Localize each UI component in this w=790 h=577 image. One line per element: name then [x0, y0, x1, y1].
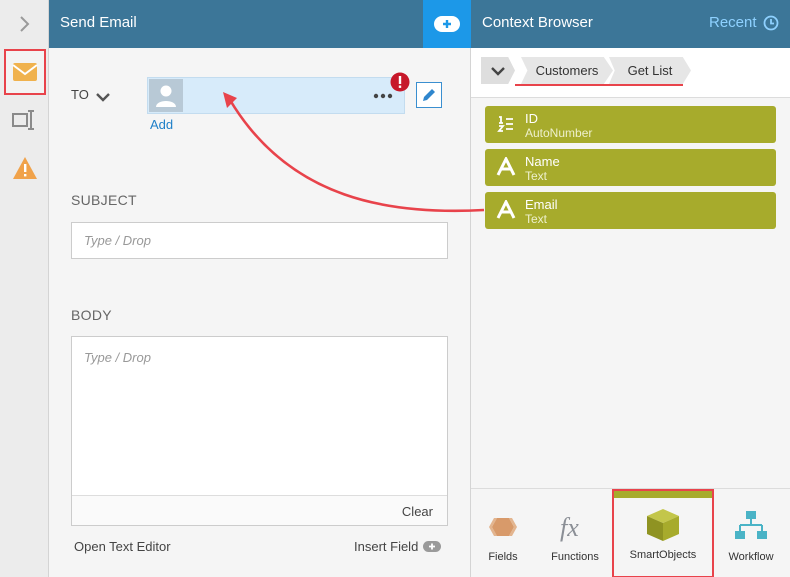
add-pill-icon — [434, 16, 460, 32]
add-step-button[interactable] — [423, 0, 471, 48]
field-name: ID — [525, 111, 538, 126]
field-name: Name — [525, 154, 560, 169]
smartobjects-icon — [645, 505, 681, 545]
rail-item-email[interactable] — [4, 49, 46, 95]
tab-label: Workflow — [728, 551, 774, 563]
subject-label: SUBJECT — [71, 192, 137, 208]
workflow-icon — [734, 507, 768, 547]
recent-button[interactable]: Recent — [709, 14, 779, 31]
context-browser-header: Context Browser Recent — [471, 0, 790, 48]
breadcrumb: Customers Get List — [471, 48, 790, 98]
recent-label: Recent — [709, 14, 757, 31]
to-expand-button[interactable] — [96, 89, 110, 107]
collapse-button[interactable] — [0, 0, 49, 48]
open-text-editor-link[interactable]: Open Text Editor — [74, 539, 171, 554]
context-browser-tabs: Fields fx Functions SmartObjects Workflo… — [471, 488, 790, 577]
field-name: Email — [525, 197, 558, 212]
context-browser-title: Context Browser — [482, 14, 593, 31]
text-type-icon — [495, 199, 517, 221]
to-recipient-field[interactable] — [147, 77, 405, 114]
left-rail — [0, 0, 49, 577]
rail-item-properties[interactable] — [0, 98, 49, 142]
warning-icon — [12, 157, 37, 179]
body-placeholder: Type / Drop — [84, 350, 151, 365]
text-field-icon — [11, 110, 34, 130]
field-item-id[interactable]: ID AutoNumber — [485, 106, 776, 143]
avatar — [149, 79, 183, 112]
field-type: Text — [525, 169, 548, 183]
active-tab-indicator — [614, 491, 712, 498]
clear-button[interactable]: Clear — [402, 504, 433, 519]
tab-fields[interactable]: Fields — [471, 489, 535, 577]
insert-field-label: Insert Field — [354, 539, 419, 554]
user-icon — [156, 85, 176, 107]
tab-smartobjects[interactable]: SmartObjects — [612, 489, 714, 577]
pencil-icon — [423, 89, 435, 101]
rail-item-errors[interactable] — [0, 146, 49, 190]
to-label: TO — [71, 87, 89, 102]
functions-icon: fx — [557, 507, 593, 547]
text-type-icon — [495, 156, 517, 178]
fields-icon — [485, 507, 521, 547]
chevron-down-icon — [491, 66, 505, 76]
insert-field-button[interactable]: Insert Field — [354, 539, 442, 554]
chevron-right-icon — [19, 16, 29, 32]
validation-error — [390, 72, 410, 97]
send-email-panel: TO Add SUBJECT Type / Drop BODY Type / D… — [49, 48, 471, 577]
send-email-title: Send Email — [60, 14, 137, 31]
tab-label: Functions — [551, 551, 599, 563]
add-pill-icon — [423, 541, 442, 552]
error-icon — [390, 72, 410, 92]
autonumber-icon — [495, 113, 517, 135]
svg-text:fx: fx — [560, 513, 579, 542]
send-email-header: Send Email — [49, 0, 471, 48]
field-item-name[interactable]: Name Text — [485, 149, 776, 186]
edit-recipient-button[interactable] — [416, 82, 442, 108]
breadcrumb-item-customers[interactable]: Customers — [521, 57, 613, 84]
field-type: AutoNumber — [525, 126, 593, 140]
tab-label: Fields — [488, 551, 518, 563]
breadcrumb-item-get-list[interactable]: Get List — [609, 57, 691, 84]
add-recipient-link[interactable]: Add — [150, 117, 173, 132]
field-type: Text — [525, 212, 548, 226]
subject-input[interactable]: Type / Drop — [71, 222, 448, 259]
tab-workflow[interactable]: Workflow — [719, 489, 783, 577]
tab-label: SmartObjects — [629, 549, 697, 561]
envelope-icon — [12, 63, 38, 81]
body-label: BODY — [71, 307, 112, 323]
field-item-email[interactable]: Email Text — [485, 192, 776, 229]
clock-icon — [763, 15, 778, 30]
breadcrumb-toggle[interactable] — [481, 57, 515, 84]
context-field-list: ID AutoNumber Name Text Email Text — [471, 98, 790, 488]
body-footer: Clear — [72, 495, 447, 525]
tab-functions[interactable]: fx Functions — [541, 489, 609, 577]
breadcrumb-highlight — [515, 84, 683, 86]
chevron-down-icon — [96, 93, 110, 102]
body-input[interactable]: Type / Drop Clear — [71, 336, 448, 526]
